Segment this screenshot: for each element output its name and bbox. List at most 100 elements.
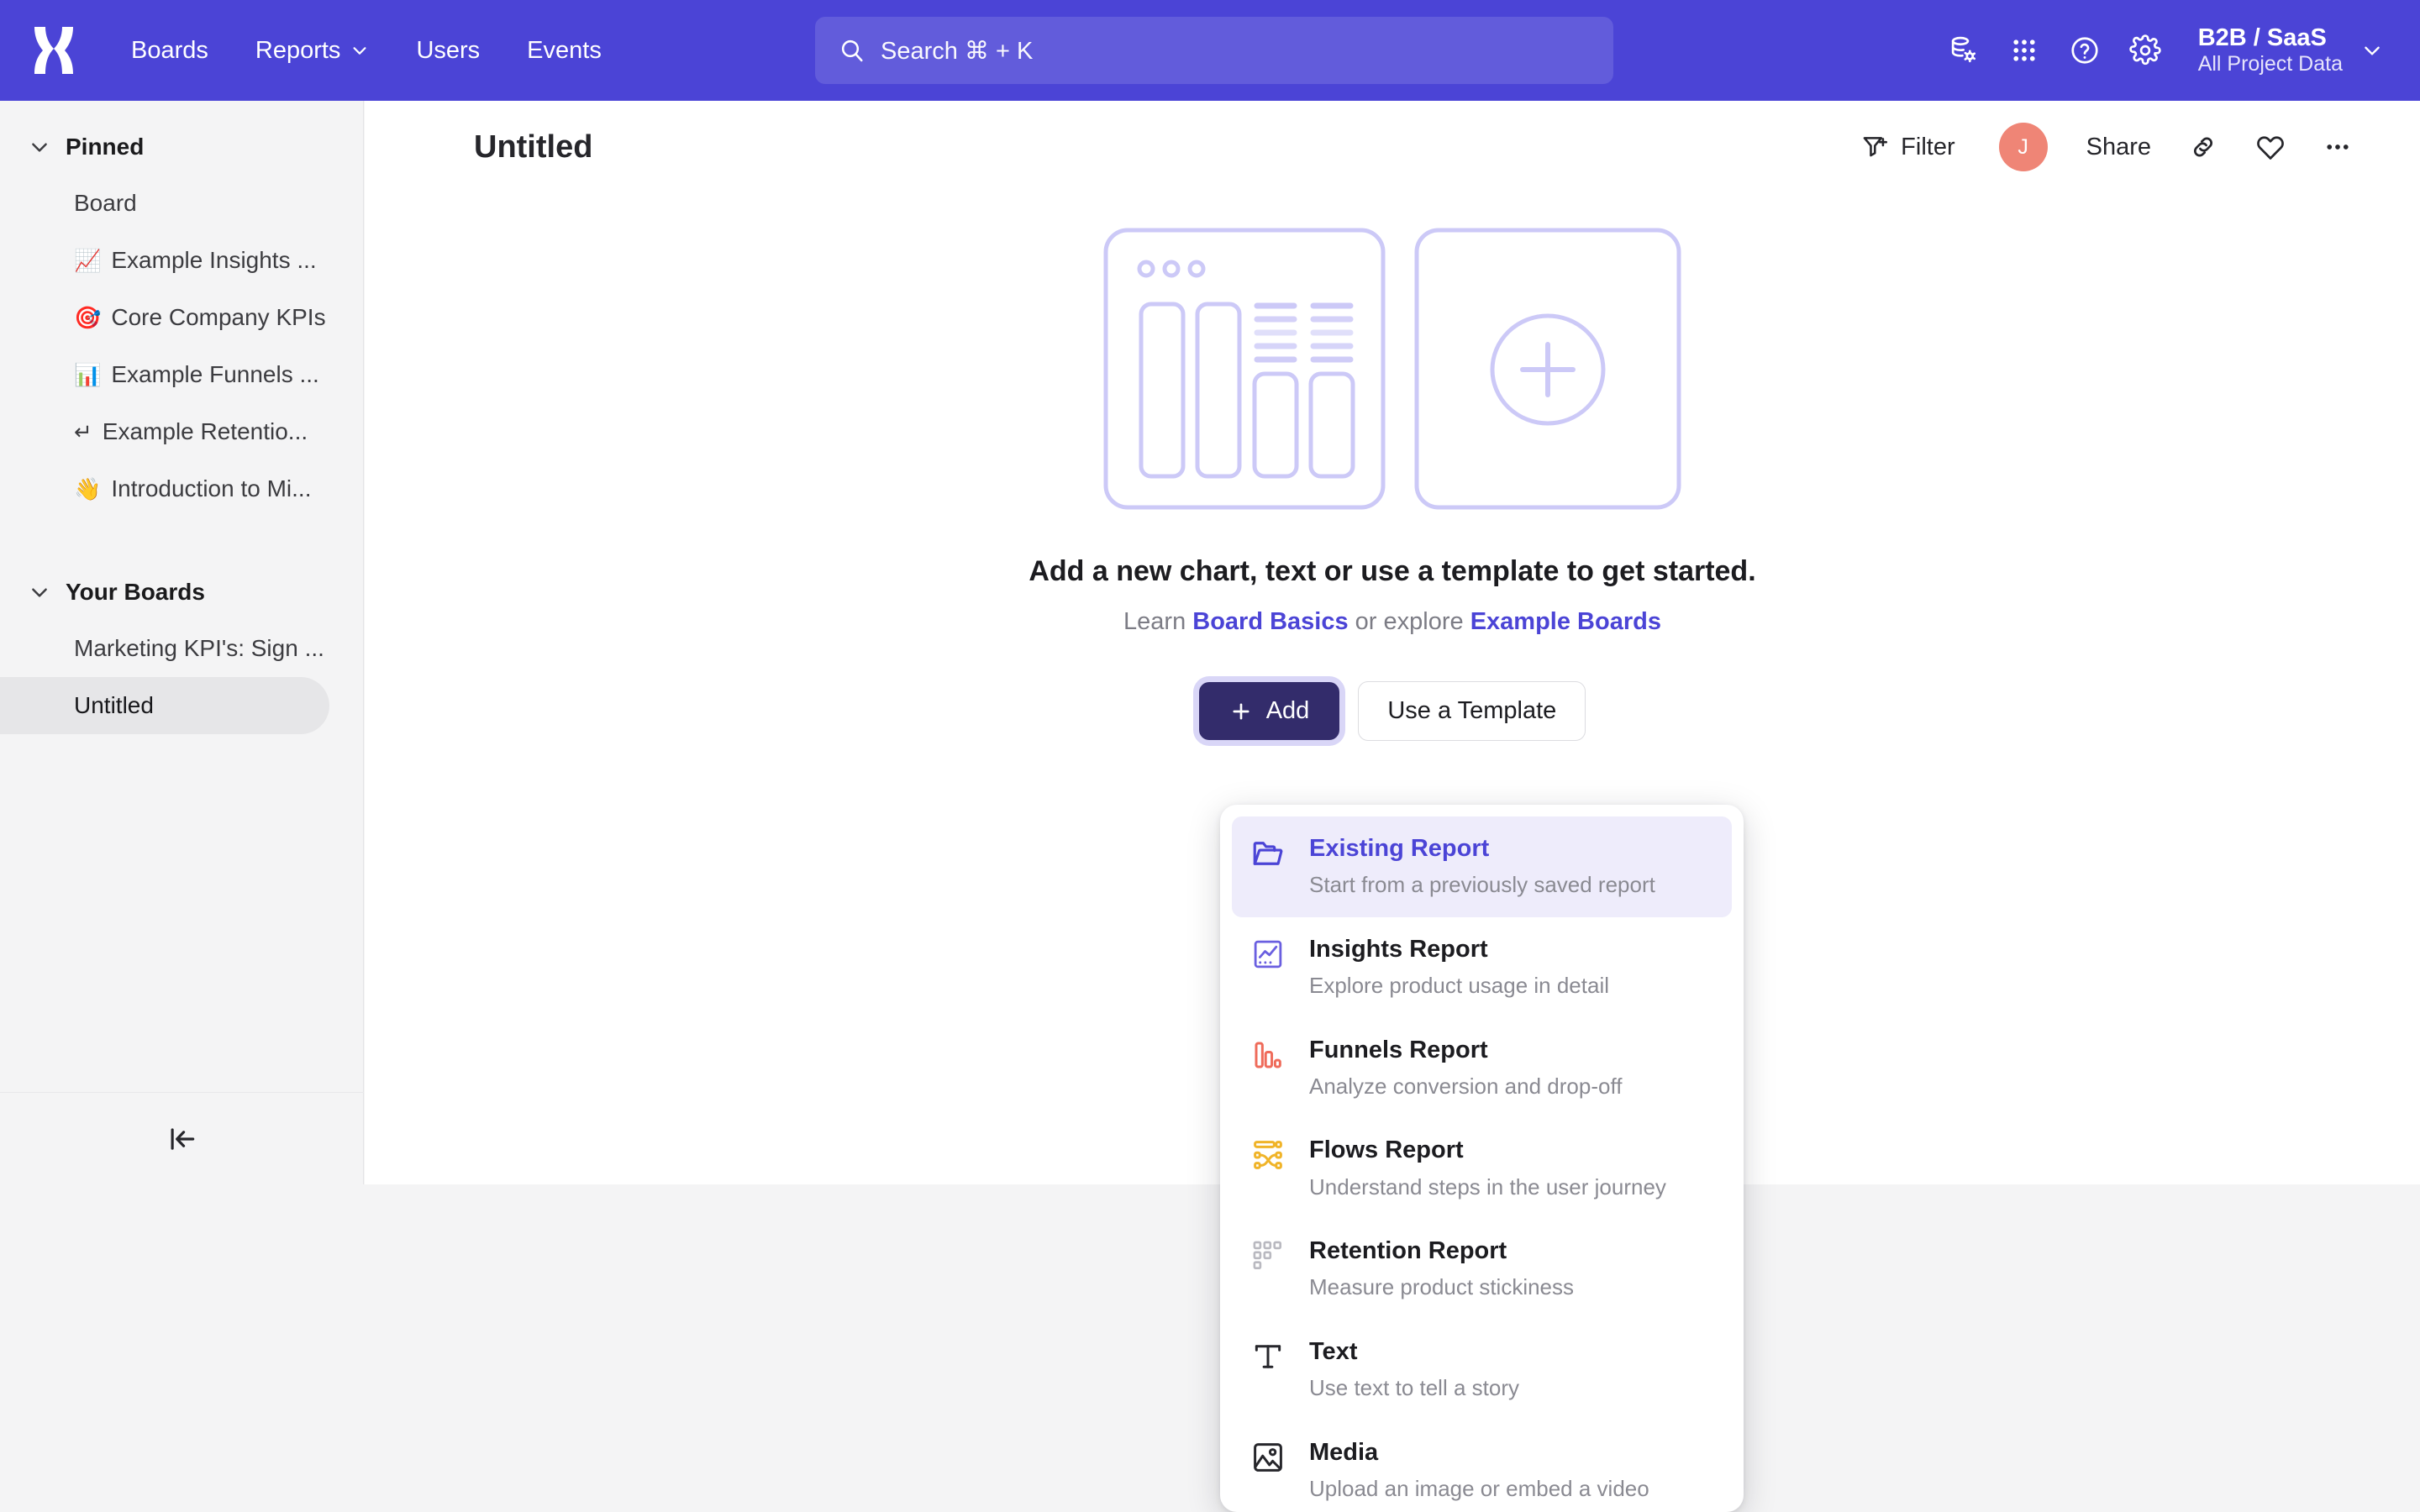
sidebar-item-example-insights[interactable]: 📈 Example Insights ... [0,232,329,289]
sidebar-item-core-company-kpis[interactable]: 🎯 Core Company KPIs [0,289,329,346]
sidebar-footer [0,1092,364,1184]
global-search-placeholder: Search ⌘ + K [881,37,1034,65]
add-menu-dropdown: Existing Report Start from a previously … [1220,805,1744,1512]
collapse-sidebar-button[interactable] [155,1112,209,1166]
nav-right-cluster: B2B / SaaS All Project Data [1938,0,2391,101]
nav-item-events[interactable]: Events [503,27,625,75]
menu-item-media-title: Media [1309,1438,1379,1466]
menu-item-insights-report[interactable]: Insights Report Explore product usage in… [1232,917,1732,1018]
page-title[interactable]: Untitled [474,129,592,165]
help-circle-icon [2071,37,2098,64]
global-search-input[interactable]: Search ⌘ + K [815,17,1613,84]
menu-item-text-text: Text Use text to tell a story [1309,1336,1519,1402]
sidebar-item-marketing-kpis[interactable]: Marketing KPI's: Sign ... [0,620,329,677]
funnel-bars-icon [1255,1042,1281,1068]
menu-item-retention-report-desc: Measure product stickiness [1309,1274,1575,1300]
menu-item-existing-report-desc: Start from a previously saved report [1309,872,1655,898]
sidebar-item-board[interactable]: Board [0,175,329,232]
menu-item-text[interactable]: Text Use text to tell a story [1232,1320,1732,1420]
favorite-button[interactable] [2237,122,2304,172]
return-arrow-emoji-icon: ↵ [74,418,92,444]
sidebar-item-marketing-kpis-label: Marketing KPI's: Sign ... [74,635,324,661]
data-management-icon [1951,36,1975,63]
nav-item-events-label: Events [527,36,602,64]
filter-button-label: Filter [1901,133,1955,160]
filter-plus-icon [1863,137,1888,157]
board-header: Untitled Filter J Share [365,101,2420,193]
nav-item-boards-label: Boards [131,36,208,64]
use-template-button[interactable]: Use a Template [1358,681,1586,741]
top-navigation-bar: Boards Reports Users Events Search ⌘ + K [0,0,2420,101]
empty-state-subtitle-prefix: Learn [1123,608,1193,635]
flows-icon [1254,1141,1282,1170]
data-management-button[interactable] [1938,24,1990,76]
empty-state-buttons: Add Use a Template [1198,681,1586,741]
sidebar-item-example-insights-label: Example Insights ... [111,247,317,273]
project-switcher-text: B2B / SaaS All Project Data [2198,24,2343,77]
menu-item-text-desc: Use text to tell a story [1309,1375,1519,1400]
nav-item-reports[interactable]: Reports [232,27,393,75]
folder-open-icon [1253,842,1283,865]
menu-item-funnels-report[interactable]: Funnels Report Analyze conversion and dr… [1232,1018,1732,1119]
sidebar-section-your-boards-label: Your Boards [66,579,205,605]
sidebar-section-pinned[interactable]: Pinned [0,119,363,175]
add-button[interactable]: Add [1198,682,1340,740]
text-icon [1255,1345,1281,1368]
menu-item-media-desc: Upload an image or embed a video [1309,1475,1649,1501]
insights-chart-icon [1254,940,1282,969]
chevron-down-icon [2365,46,2380,55]
filter-button[interactable]: Filter [1842,123,1973,171]
avatar[interactable]: J [1998,123,2048,171]
share-button[interactable]: Share [2068,123,2170,171]
media-image-icon [1254,1442,1282,1472]
board-basics-link[interactable]: Board Basics [1192,608,1348,635]
sidebar-item-example-funnels[interactable]: 📊 Example Funnels ... [0,346,329,403]
menu-item-flows-report[interactable]: Flows Report Understand steps in the use… [1232,1118,1732,1219]
menu-item-funnels-report-text: Funnels Report Analyze conversion and dr… [1309,1035,1622,1100]
more-options-button[interactable] [2304,122,2371,172]
menu-item-media-text: Media Upload an image or embed a video [1309,1437,1649,1503]
empty-state-subtitle: Learn Board Basics or explore Example Bo… [1123,608,1661,636]
chevron-down-icon [32,143,47,152]
menu-item-funnels-report-desc: Analyze conversion and drop-off [1309,1073,1623,1099]
example-boards-link[interactable]: Example Boards [1470,608,1661,635]
sidebar-item-introduction-to-mixpanel[interactable]: 👋 Introduction to Mi... [0,460,329,517]
sidebar-item-example-retention[interactable]: ↵ Example Retentio... [0,403,329,460]
sidebar-item-board-label: Board [74,190,137,216]
add-button-label: Add [1265,697,1310,724]
nav-item-users[interactable]: Users [392,27,503,75]
menu-item-existing-report[interactable]: Existing Report Start from a previously … [1232,816,1732,917]
menu-item-flows-report-title: Flows Report [1309,1137,1464,1164]
apps-grid-button[interactable] [1998,24,2050,76]
retention-dots-icon [1253,1241,1282,1270]
waving-hand-emoji-icon: 👋 [74,475,102,501]
empty-board-illustration-svg [1103,228,1681,510]
avatar-initial: J [2018,134,2028,159]
primary-nav-links: Boards Reports Users Events [108,27,625,75]
link-icon [2193,137,2213,157]
menu-item-flows-report-text: Flows Report Understand steps in the use… [1309,1135,1666,1200]
settings-button[interactable] [2119,24,2171,76]
menu-item-media[interactable]: Media Upload an image or embed a video [1232,1420,1732,1512]
sidebar-section-your-boards[interactable]: Your Boards [0,564,363,620]
menu-item-text-title: Text [1309,1337,1358,1365]
menu-item-existing-report-text: Existing Report Start from a previously … [1309,833,1655,899]
chart-increasing-emoji-icon: 📈 [74,247,102,273]
more-horizontal-icon [2327,144,2349,150]
menu-item-funnels-report-title: Funnels Report [1309,1036,1488,1063]
app-logo[interactable] [0,25,108,76]
project-switcher[interactable]: B2B / SaaS All Project Data [2180,18,2391,82]
copy-link-button[interactable] [2170,122,2237,172]
plus-icon [1233,702,1249,720]
sidebar-item-example-retention-label: Example Retentio... [102,418,308,444]
search-icon [841,39,863,62]
nav-item-boards[interactable]: Boards [108,27,232,75]
project-subtitle: All Project Data [2197,52,2343,76]
nav-item-reports-label: Reports [255,36,341,64]
menu-item-retention-report[interactable]: Retention Report Measure product stickin… [1232,1219,1732,1320]
help-button[interactable] [2059,24,2111,76]
target-emoji-icon: 🎯 [74,304,102,330]
sidebar-item-untitled[interactable]: Untitled [0,677,329,734]
gear-icon [2129,34,2161,66]
sidebar-item-untitled-label: Untitled [74,692,154,718]
